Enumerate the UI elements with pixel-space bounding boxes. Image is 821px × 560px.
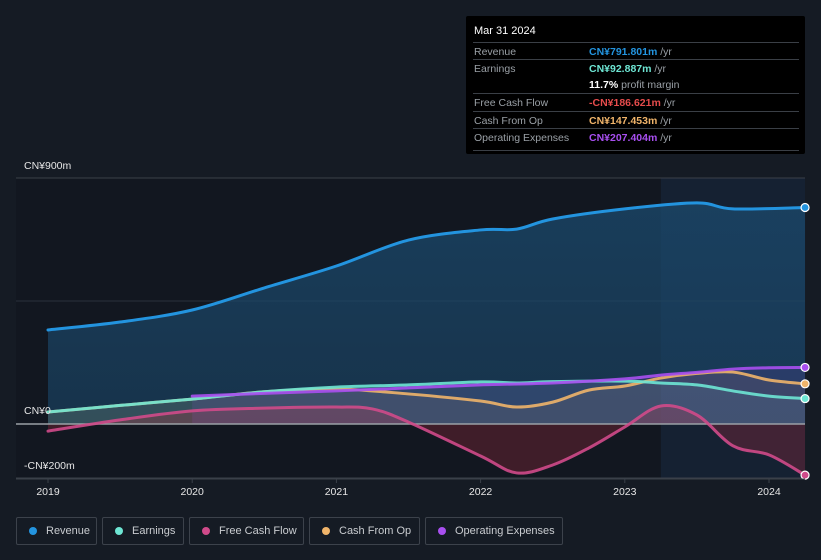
legend-label: Free Cash Flow [219,525,297,537]
legend-dot-icon [115,527,123,535]
tooltip-row-value: -CN¥186.621m /yr [589,97,675,109]
x-axis [16,478,805,483]
tooltip-row: Earnings CN¥92.887m /yr [473,59,799,77]
legend-item-cash-from-op[interactable]: Cash From Op [309,517,420,545]
legend-label: Earnings [132,525,176,537]
earnings-end-marker [800,393,810,404]
tooltip-row-label: Operating Expenses [474,132,570,144]
legend-label: Revenue [46,525,91,537]
tooltip-value-text: CN¥207.404m [589,132,658,144]
tooltip-row-value: CN¥207.404m /yr [589,132,672,144]
tooltip-row-value: CN¥92.887m /yr [589,63,666,75]
tooltip-value-unit: /yr [657,132,672,144]
tooltip-row-value: CN¥147.453m /yr [589,115,672,127]
tooltip-value-unit: /yr [657,115,672,127]
tooltip-value-unit: profit margin [618,79,680,91]
x-tick-label: 2020 [180,486,204,498]
free-cash-flow-end-marker [800,470,810,480]
legend-item-free-cash-flow[interactable]: Free Cash Flow [189,517,304,545]
x-tick-label: 2019 [36,486,60,498]
legend-item-earnings[interactable]: Earnings [102,517,184,545]
x-tick-label: 2024 [757,486,781,498]
tooltip-row-value: 11.7% profit margin [589,79,679,91]
tooltip-row-label: Cash From Op [474,115,543,127]
operating-expenses-end-marker [800,362,810,373]
tooltip-value-unit: /yr [660,97,676,109]
x-tick-label: 2022 [468,486,493,498]
y-tick-label: CN¥900m [24,160,72,172]
tooltip-date: Mar 31 2024 [474,25,536,37]
tooltip-value-text: CN¥92.887m [589,63,652,75]
tooltip-value-text: CN¥791.801m [589,46,658,58]
tooltip-row-label: Free Cash Flow [474,97,549,109]
tooltip-row-label: Earnings [474,63,516,75]
tooltip-panel: Mar 31 2024 Revenue CN¥791.801m /yr Earnin… [466,16,805,154]
legend-item-operating-expenses[interactable]: Operating Expenses [425,517,563,545]
x-tick-label: 2021 [324,486,349,498]
tooltip-row-value: CN¥791.801m /yr [589,46,672,58]
tooltip-value-unit: /yr [651,63,667,75]
legend-label: Cash From Op [339,525,412,537]
legend-dot-icon [29,527,37,535]
revenue-end-marker [800,202,810,213]
legend-dot-icon [438,527,446,535]
tooltip-row: Revenue CN¥791.801m /yr [473,42,799,60]
tooltip-row-label: Revenue [474,46,517,58]
x-tick-label: 2023 [613,486,637,498]
tooltip-row: 11.7% profit margin [473,76,799,93]
y-tick-label: CN¥0 [24,405,51,417]
tooltip-row: Cash From Op CN¥147.453m /yr [473,111,799,129]
tooltip-value-unit: /yr [657,46,672,58]
tooltip-row: Operating Expenses CN¥207.404m /yr [473,128,799,146]
tooltip-value-text: CN¥147.453m [589,115,658,127]
legend-label: Operating Expenses [455,525,555,537]
y-tick-label: -CN¥200m [24,460,75,472]
tooltip-value-text: -CN¥186.621m [589,97,661,109]
tooltip-divider [473,150,799,151]
tooltip-value-text: 11.7% [589,79,619,91]
legend-dot-icon [322,527,330,535]
cash-from-op-end-marker [800,379,810,389]
legend-item-revenue[interactable]: Revenue [16,517,97,545]
tooltip-row: Free Cash Flow -CN¥186.621m /yr [473,93,799,111]
legend-dot-icon [202,527,210,535]
